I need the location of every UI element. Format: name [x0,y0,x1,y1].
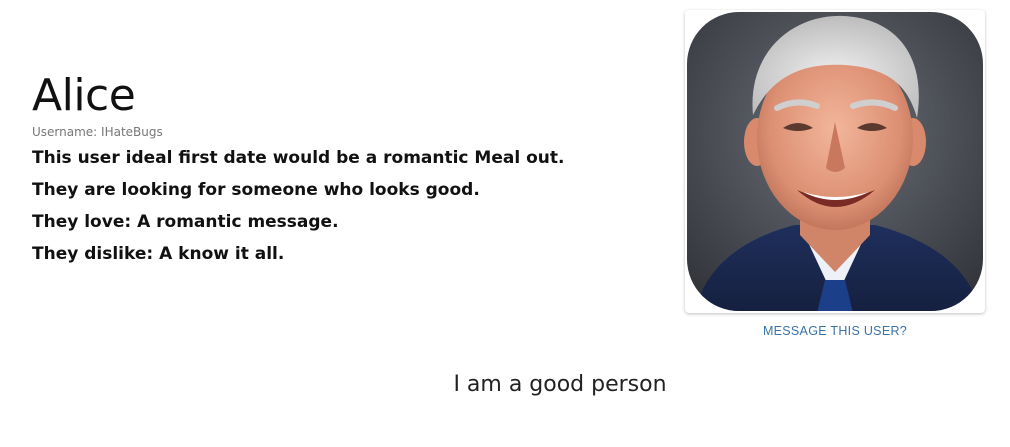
bio-looking-for: They are looking for someone who looks g… [32,180,480,200]
profile-photo [685,10,985,313]
profile-details: Alice Username: IHateBugs This user idea… [32,70,652,270]
profile-bio: This user ideal first date would be a ro… [32,142,652,270]
profile-motto: I am a good person [453,372,667,397]
profile-username: Username: IHateBugs [32,125,163,139]
profile-name: Alice [32,70,136,121]
profile-page: Alice Username: IHateBugs This user idea… [0,0,1010,447]
bio-loves: They love: A romantic message. [32,212,339,232]
bio-first-date: This user ideal first date would be a ro… [32,148,565,168]
message-user-link[interactable]: MESSAGE THIS USER? [685,324,985,338]
bio-dislikes: They dislike: A know it all. [32,244,285,264]
